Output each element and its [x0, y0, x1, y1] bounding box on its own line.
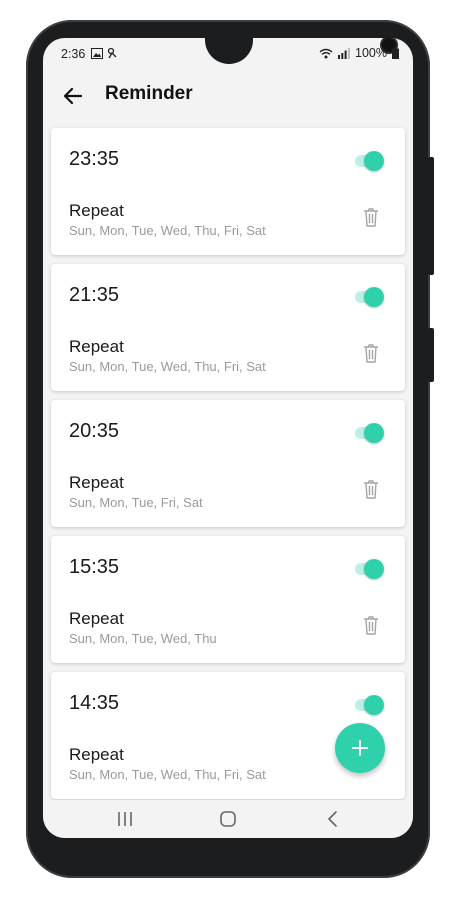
toggle-thumb: [364, 287, 384, 307]
battery-icon: [392, 47, 399, 59]
reminder-toggle[interactable]: [353, 286, 385, 308]
back-arrow-icon[interactable]: [59, 82, 87, 110]
reminder-card[interactable]: 15:35 Repeat Sun, Mon, Tue, Wed, Thu: [51, 536, 405, 663]
reminder-toggle[interactable]: [353, 558, 385, 580]
trash-icon[interactable]: [361, 478, 381, 500]
reminder-list: 23:35 Repeat Sun, Mon, Tue, Wed, Thu, Fr…: [51, 128, 405, 808]
repeat-days: Sun, Mon, Tue, Wed, Thu, Fri, Sat: [69, 359, 266, 374]
repeat-label: Repeat: [69, 745, 124, 764]
trash-icon[interactable]: [361, 206, 381, 228]
repeat-label: Repeat: [69, 337, 124, 356]
back-nav-icon[interactable]: [321, 808, 345, 830]
power-button: [428, 328, 434, 382]
repeat-label: Repeat: [69, 473, 124, 492]
repeat-label: Repeat: [69, 609, 124, 628]
add-reminder-button[interactable]: [335, 723, 385, 773]
reminder-time[interactable]: 14:35: [69, 692, 119, 715]
wifi-icon: [319, 48, 333, 58]
repeat-days: Sun, Mon, Tue, Fri, Sat: [69, 495, 203, 510]
repeat-days: Sun, Mon, Tue, Wed, Thu: [69, 631, 217, 646]
plus-icon: [352, 740, 368, 756]
repeat-days: Sun, Mon, Tue, Wed, Thu, Fri, Sat: [69, 223, 266, 238]
reminder-time[interactable]: 21:35: [69, 284, 119, 307]
gallery-icon: [91, 47, 103, 59]
toggle-thumb: [364, 151, 384, 171]
reminder-toggle[interactable]: [353, 694, 385, 716]
trash-icon[interactable]: [361, 342, 381, 364]
screen: 2:36 100% Reminder 23:35 Repeat Sun, Mon…: [43, 38, 413, 838]
trash-icon[interactable]: [361, 614, 381, 636]
battery-level: 100%: [355, 46, 387, 60]
toggle-thumb: [364, 423, 384, 443]
reminder-card[interactable]: 23:35 Repeat Sun, Mon, Tue, Wed, Thu, Fr…: [51, 128, 405, 255]
home-icon[interactable]: [216, 808, 240, 830]
toggle-thumb: [364, 559, 384, 579]
page-title: Reminder: [105, 83, 193, 104]
status-bar: 2:36 100%: [43, 38, 413, 70]
recent-apps-icon[interactable]: [113, 808, 137, 830]
repeat-days: Sun, Mon, Tue, Wed, Thu, Fri, Sat: [69, 767, 266, 782]
reminder-time[interactable]: 20:35: [69, 420, 119, 443]
signal-icon: [338, 47, 350, 59]
app-bar: Reminder: [43, 74, 413, 124]
notification-icon: [107, 47, 117, 59]
system-nav-bar: [43, 800, 413, 838]
reminder-toggle[interactable]: [353, 422, 385, 444]
reminder-card[interactable]: 20:35 Repeat Sun, Mon, Tue, Fri, Sat: [51, 400, 405, 527]
reminder-time[interactable]: 23:35: [69, 148, 119, 171]
reminder-time[interactable]: 15:35: [69, 556, 119, 579]
status-time: 2:36: [61, 47, 86, 61]
reminder-card[interactable]: 21:35 Repeat Sun, Mon, Tue, Wed, Thu, Fr…: [51, 264, 405, 391]
reminder-toggle[interactable]: [353, 150, 385, 172]
toggle-thumb: [364, 695, 384, 715]
repeat-label: Repeat: [69, 201, 124, 220]
volume-button: [428, 157, 434, 275]
